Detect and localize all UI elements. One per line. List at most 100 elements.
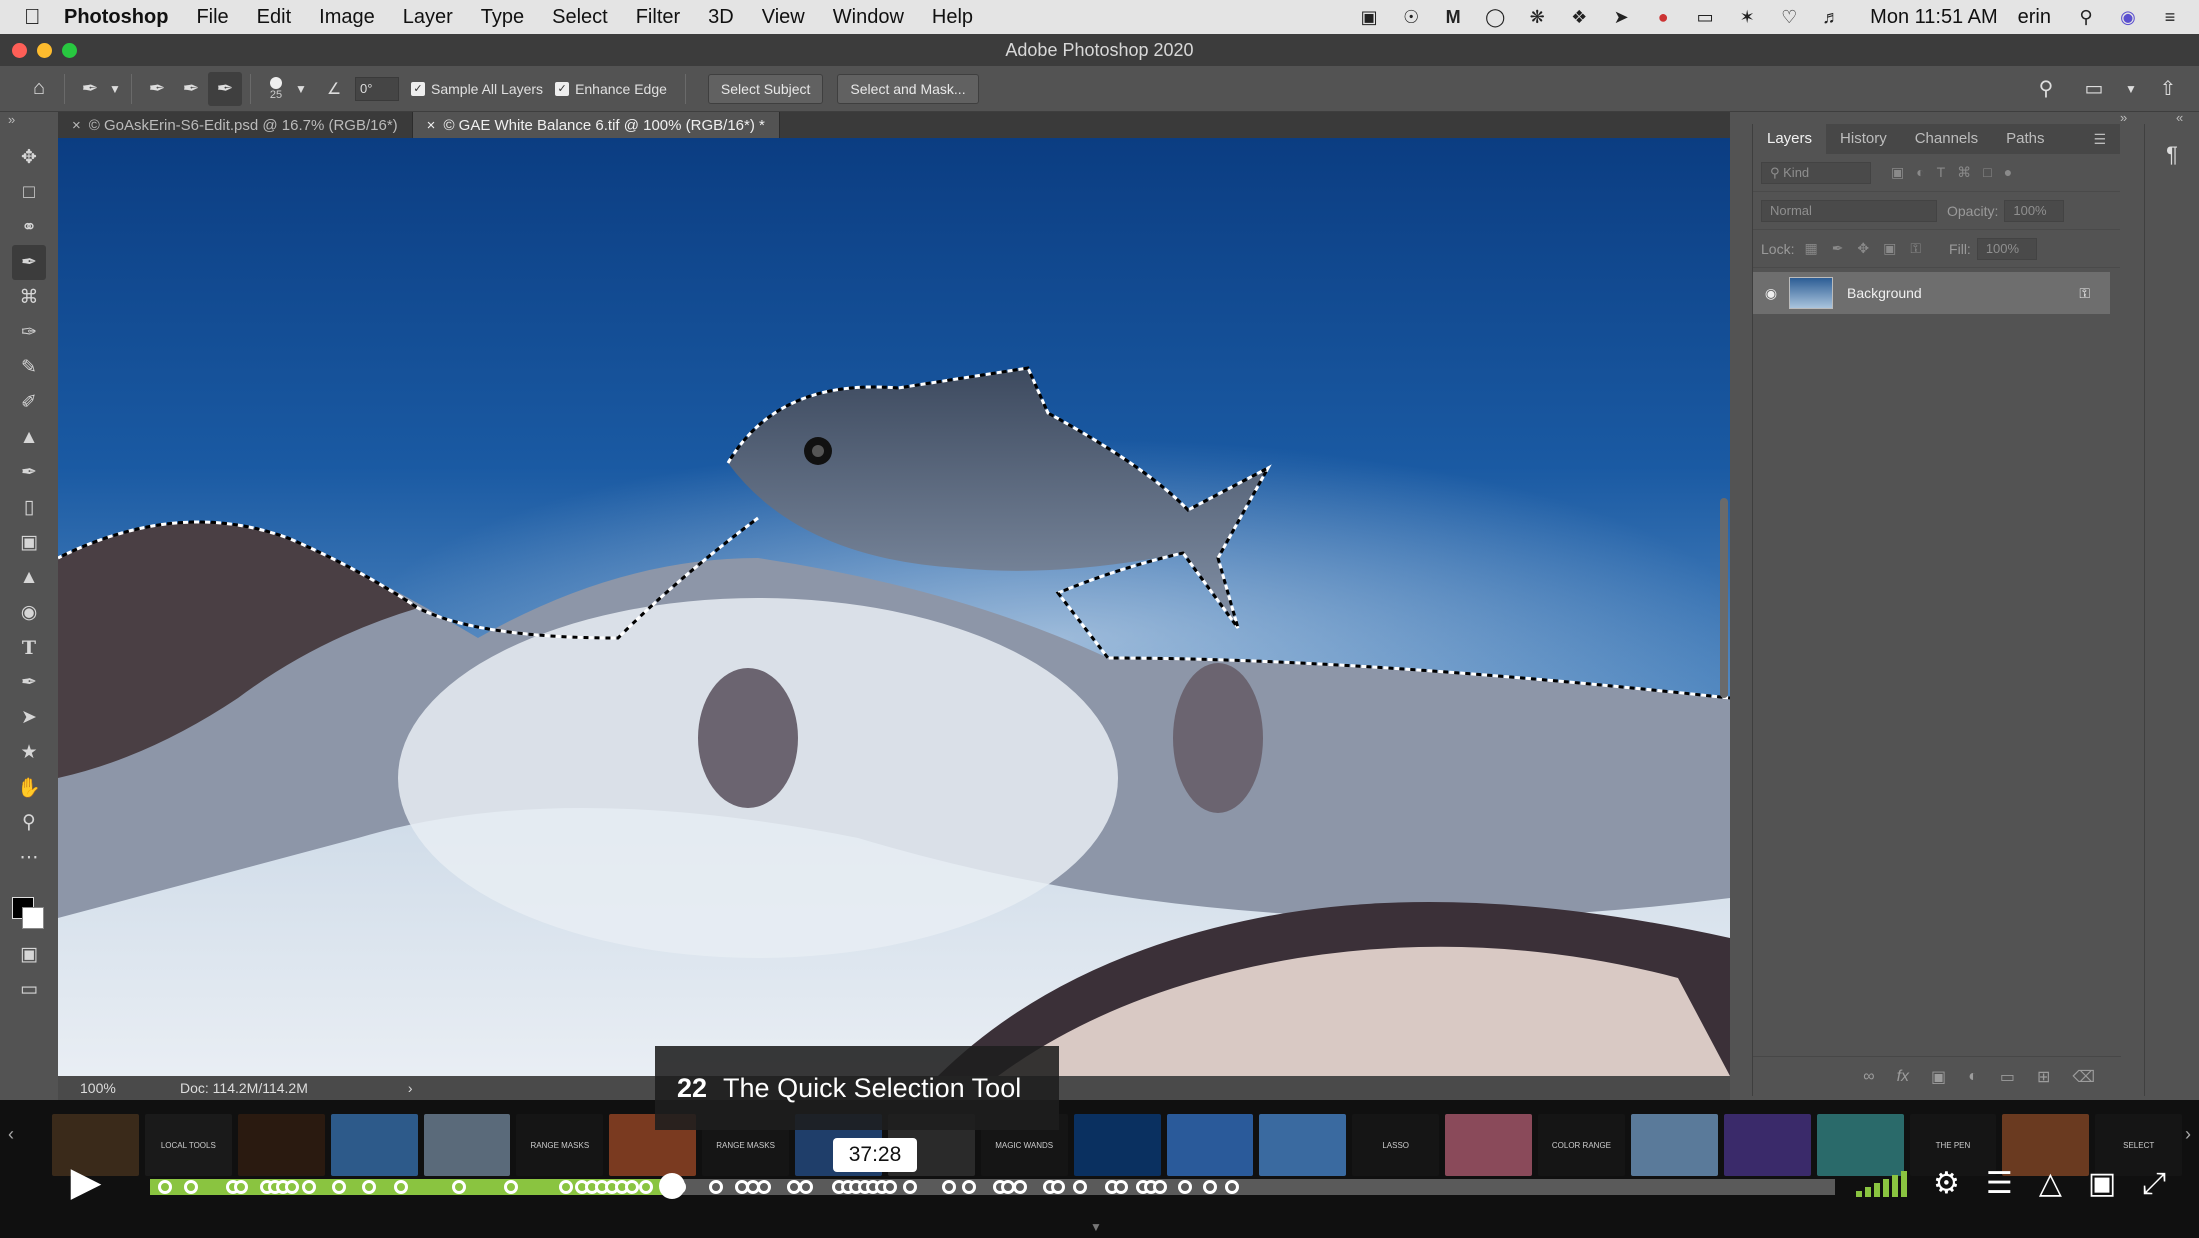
history-brush-tool-icon[interactable]: ✒	[12, 455, 46, 490]
chapter-marker[interactable]	[1073, 1180, 1088, 1194]
expand-player-icon[interactable]: ▼	[1090, 1220, 1102, 1234]
select-subject-button[interactable]: Select Subject	[707, 73, 824, 104]
move-tool-icon[interactable]: ✥	[12, 140, 46, 175]
screen-mode-icon[interactable]: ▭	[12, 972, 46, 1007]
menu-edit[interactable]: Edit	[257, 6, 291, 29]
visibility-eye-icon[interactable]: ◉	[1753, 285, 1789, 302]
close-window-icon[interactable]	[12, 43, 27, 58]
search-icon[interactable]: ⚲	[2029, 72, 2063, 106]
chapter-marker[interactable]	[301, 1180, 316, 1194]
marquee-tool-icon[interactable]: □	[12, 175, 46, 210]
dodge-tool-icon[interactable]: ◉	[12, 595, 46, 630]
onepassword-icon[interactable]: ◯	[1482, 6, 1508, 28]
siri-icon[interactable]: ◉	[2115, 6, 2141, 28]
brush-tool-icon[interactable]: ✐	[12, 385, 46, 420]
subtract-from-selection-icon[interactable]: ✒	[208, 71, 242, 106]
type-tool-icon[interactable]: T	[12, 630, 46, 665]
blend-mode-select[interactable]: Normal	[1761, 199, 1937, 222]
properties-icon[interactable]: ¶	[2155, 142, 2189, 176]
chapter-thumbnail[interactable]	[1259, 1114, 1347, 1176]
more-tools-icon[interactable]: ⋯	[12, 840, 46, 875]
eyedropper-tool-icon[interactable]: ✑	[12, 315, 46, 350]
healing-brush-tool-icon[interactable]: ✎	[12, 350, 46, 385]
vertical-scrollbar[interactable]	[1720, 498, 1728, 698]
chapter-marker[interactable]	[331, 1180, 346, 1194]
bluetooth-icon[interactable]: ✶	[1734, 6, 1760, 28]
chapter-marker[interactable]	[882, 1180, 897, 1194]
select-and-mask-button[interactable]: Select and Mask...	[837, 73, 979, 104]
new-group-icon[interactable]: ▭	[2000, 1067, 2015, 1087]
chapters-next-icon[interactable]: ›	[2185, 1124, 2191, 1145]
chapter-marker[interactable]	[638, 1180, 653, 1194]
chapter-thumbnail[interactable]: COLOR RANGE	[1538, 1114, 1625, 1176]
lock-icons[interactable]: ▦✒✥▣⚿	[1804, 240, 1935, 257]
shape-tool-icon[interactable]: ★	[12, 735, 46, 770]
apple-menu-icon[interactable]: 	[24, 4, 64, 30]
home-icon[interactable]: ⌂	[22, 72, 56, 106]
bartender-icon[interactable]: ❋	[1524, 6, 1550, 28]
pen-tool-icon[interactable]: ✒	[12, 665, 46, 700]
tab-goaskerin-psd[interactable]: × © GoAskErin-S6-Edit.psd @ 16.7% (RGB/1…	[58, 112, 413, 138]
record-icon[interactable]: ●	[1650, 6, 1676, 28]
chapter-marker[interactable]	[1177, 1180, 1192, 1194]
angle-field[interactable]: 0°	[355, 76, 399, 101]
color-swatches[interactable]	[12, 875, 46, 929]
chapters-prev-icon[interactable]: ‹	[8, 1124, 14, 1145]
settings-gear-icon[interactable]: ⚙	[1933, 1166, 1960, 1201]
creative-cloud-icon[interactable]: ☉	[1398, 6, 1424, 28]
chapter-thumbnail[interactable]	[1166, 1114, 1254, 1176]
trash-icon[interactable]: ⌫	[2072, 1067, 2095, 1087]
layer-kind-filter[interactable]: ⚲ Kind	[1761, 161, 1871, 184]
chapter-marker[interactable]	[284, 1180, 299, 1194]
brush-picker[interactable]: 25	[259, 76, 293, 101]
chapter-thumbnail[interactable]	[330, 1114, 418, 1176]
chapter-marker[interactable]	[183, 1180, 198, 1194]
new-selection-icon[interactable]: ✒	[140, 72, 174, 106]
chapter-thumbnail[interactable]: LASSO	[1352, 1114, 1440, 1176]
zoom-window-icon[interactable]	[62, 43, 77, 58]
chapter-marker[interactable]	[1012, 1180, 1027, 1194]
chapter-marker[interactable]	[1051, 1180, 1066, 1194]
collapse-toolbar-icon[interactable]: »	[8, 112, 15, 127]
notification-center-icon[interactable]: ≡	[2157, 6, 2183, 28]
chapter-marker[interactable]	[798, 1180, 813, 1194]
chapter-thumbnail[interactable]	[237, 1114, 325, 1176]
progress-bar[interactable]	[150, 1173, 1835, 1199]
background-color-swatch[interactable]	[22, 907, 44, 929]
menu-app-photoshop[interactable]: Photoshop	[64, 6, 168, 29]
chapter-marker[interactable]	[1152, 1180, 1167, 1194]
volume-icon[interactable]	[1856, 1170, 1907, 1197]
chapter-thumbnail[interactable]	[423, 1114, 511, 1176]
tab-channels[interactable]: Channels	[1901, 124, 1992, 154]
layer-row-background[interactable]: ◉ Background ⚿	[1753, 272, 2110, 314]
scrub-handle[interactable]	[659, 1173, 686, 1199]
crop-tool-icon[interactable]: ⌘	[12, 280, 46, 315]
add-to-selection-icon[interactable]: ✒	[174, 72, 208, 106]
chapter-marker[interactable]	[1113, 1180, 1128, 1194]
chapter-thumbnail[interactable]	[1445, 1114, 1532, 1176]
chevron-down-icon[interactable]: ▼	[107, 72, 123, 106]
share-icon[interactable]: ⇧	[2151, 72, 2185, 106]
menu-type[interactable]: Type	[481, 6, 524, 29]
link-layers-icon[interactable]: ∞	[1863, 1068, 1874, 1086]
lasso-tool-icon[interactable]: ⚭	[12, 210, 46, 245]
chevron-down-icon[interactable]: ▼	[293, 72, 309, 106]
play-icon[interactable]: ▶	[62, 1158, 110, 1206]
dropbox-icon[interactable]: ❖	[1566, 6, 1592, 28]
sample-all-layers-checkbox[interactable]: ✓ Sample All Layers	[411, 81, 543, 97]
zoom-tool-icon[interactable]: ⚲	[12, 805, 46, 840]
tab-paths[interactable]: Paths	[1992, 124, 2058, 154]
clone-stamp-tool-icon[interactable]: ▲	[12, 420, 46, 455]
menu-file[interactable]: File	[196, 6, 228, 29]
menu-image[interactable]: Image	[319, 6, 375, 29]
chapter-marker[interactable]	[1225, 1180, 1240, 1194]
menu-select[interactable]: Select	[552, 6, 608, 29]
chapter-marker[interactable]	[451, 1180, 466, 1194]
chapter-marker[interactable]	[962, 1180, 977, 1194]
chapter-marker[interactable]	[756, 1180, 771, 1194]
close-tab-icon[interactable]: ×	[72, 117, 81, 134]
close-tab-icon[interactable]: ×	[427, 117, 436, 134]
path-selection-tool-icon[interactable]: ➤	[12, 700, 46, 735]
tab-layers[interactable]: Layers	[1753, 124, 1827, 154]
quick-selection-tool-icon[interactable]: ✒	[12, 245, 46, 280]
